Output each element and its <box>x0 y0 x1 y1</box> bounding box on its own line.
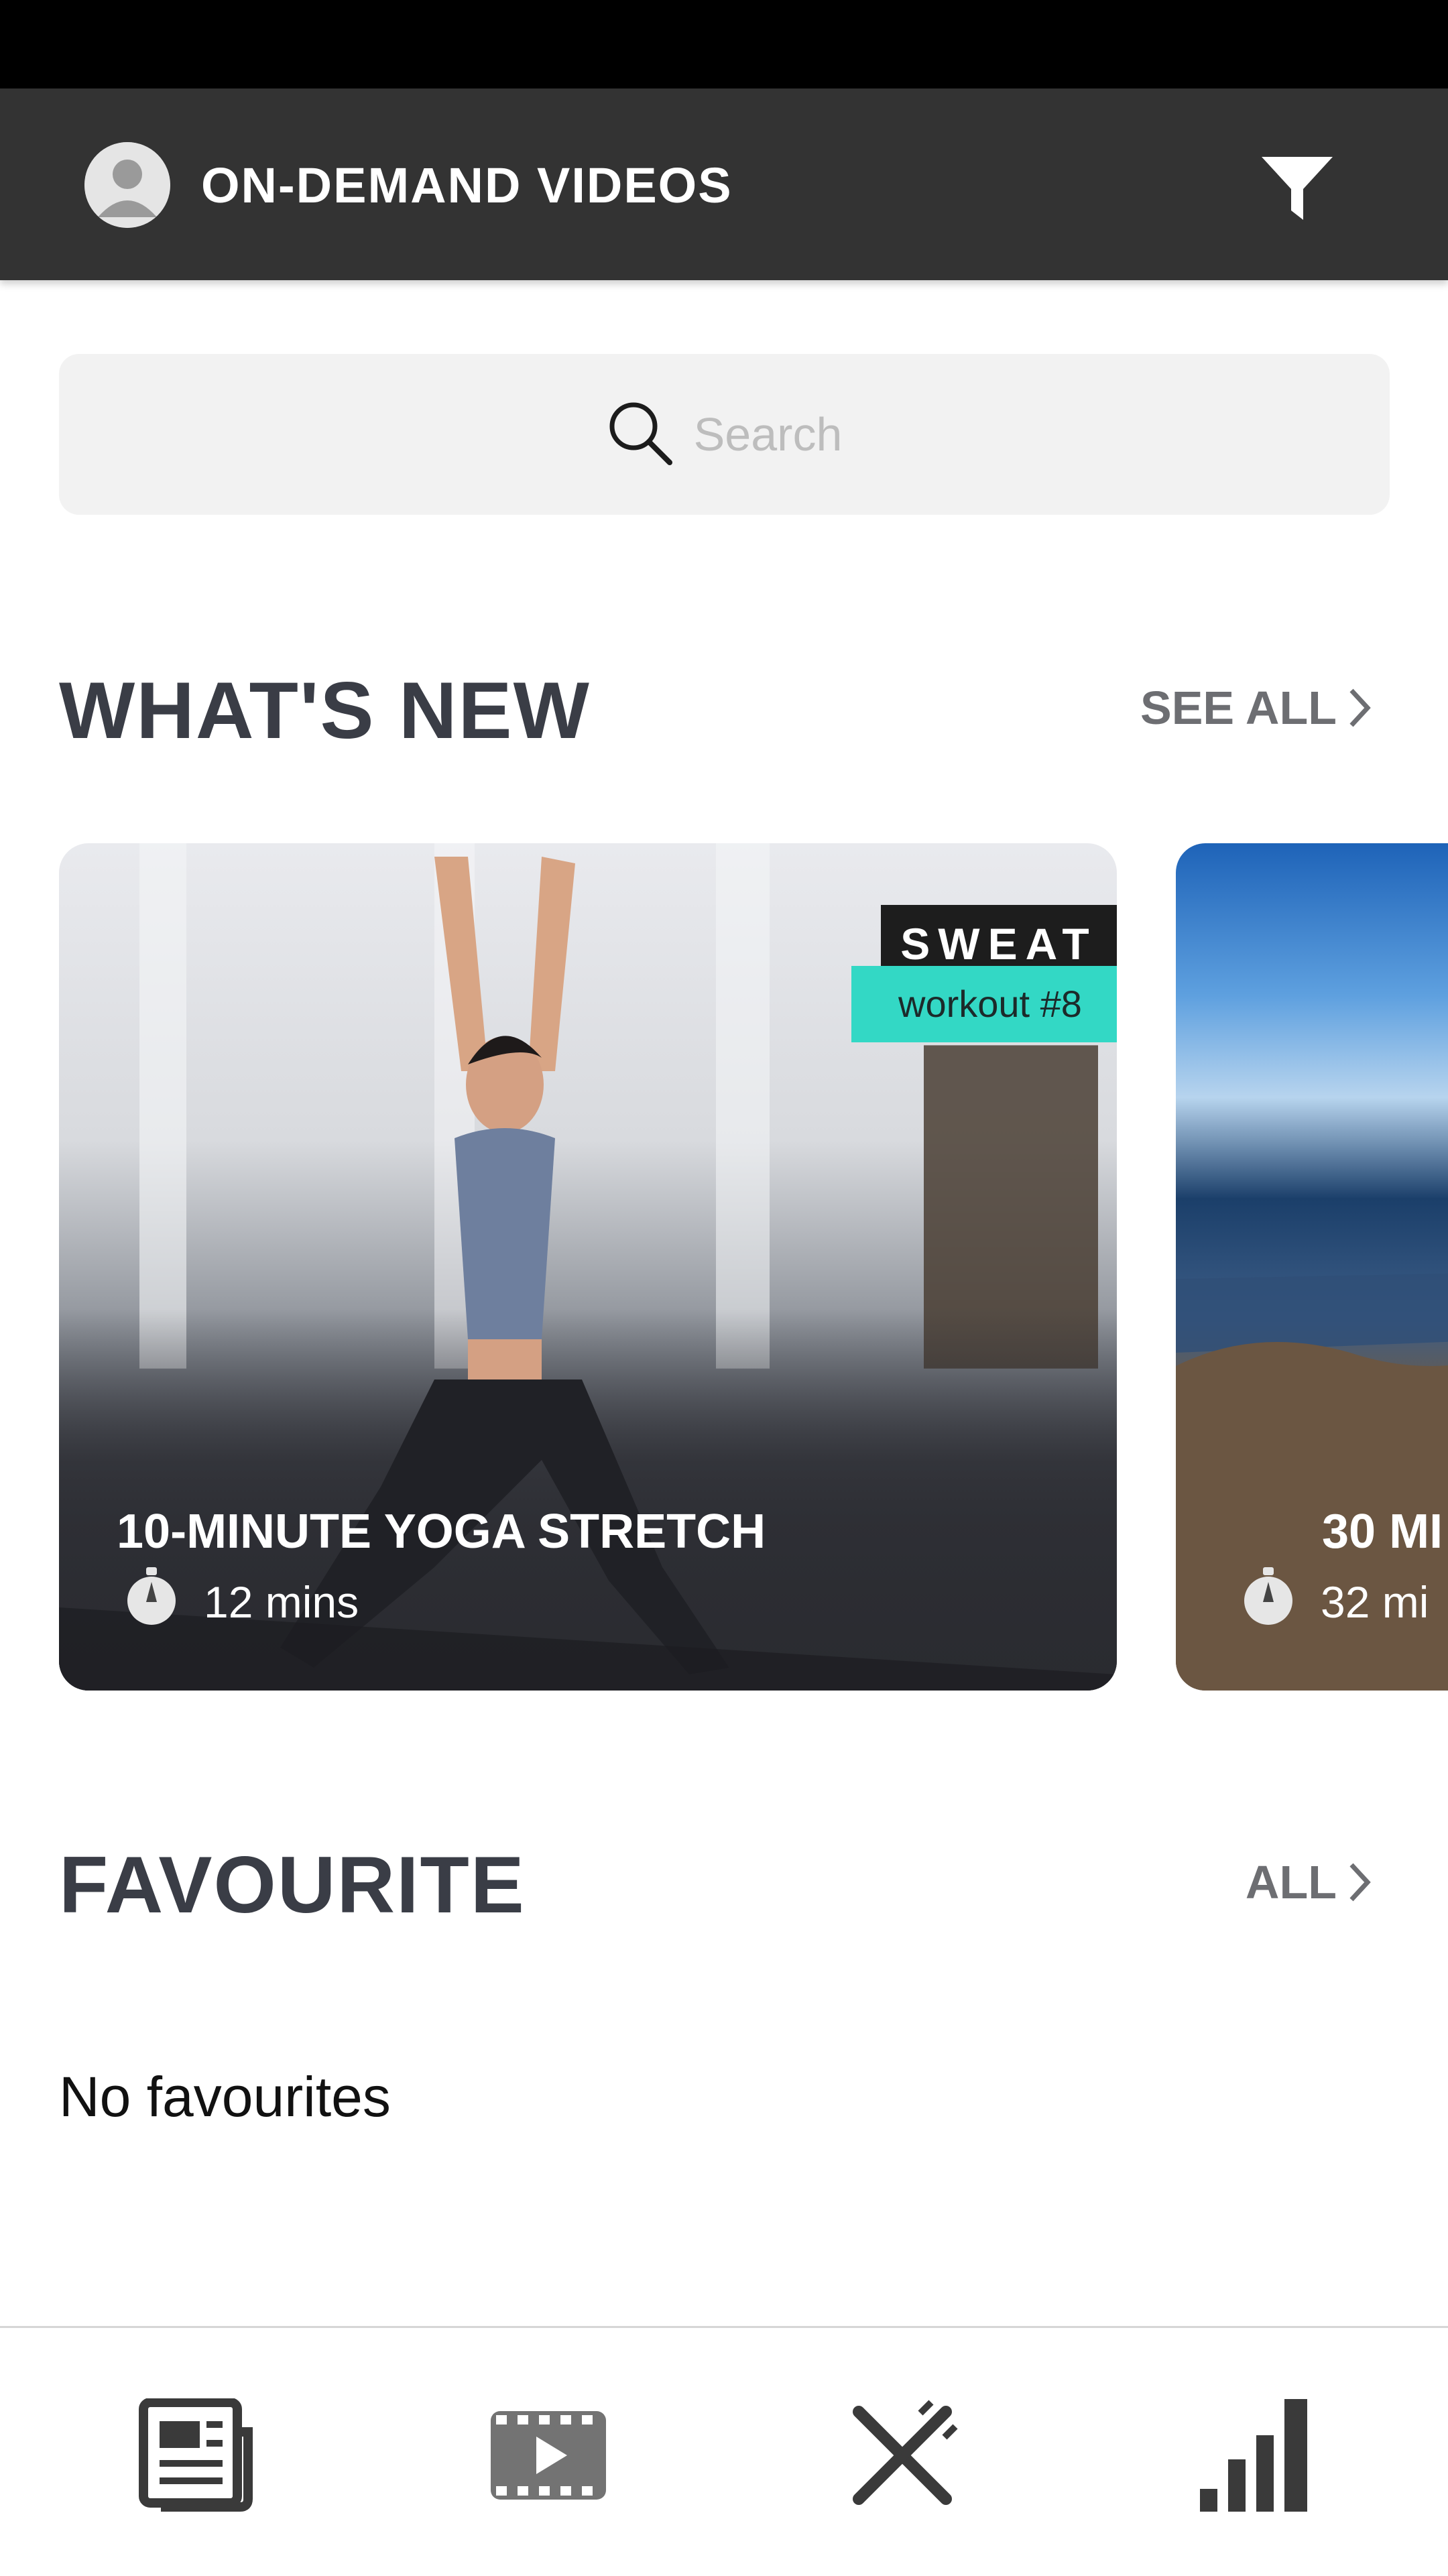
search-placeholder: Search <box>693 408 843 461</box>
stopwatch-icon <box>1240 1567 1296 1636</box>
card-thumbnail <box>1176 1273 1448 1691</box>
empty-favourites-text: No favourites <box>59 2065 391 2128</box>
video-card[interactable]: SWEAT workout #8 10-MINUTE YOGA STRETCH … <box>59 843 1117 1691</box>
video-card-title: 10-MINUTE YOGA STRETCH <box>117 1505 766 1558</box>
duration-label: 32 mi <box>1321 1577 1429 1627</box>
fork-knife-icon <box>853 2400 958 2505</box>
user-avatar-icon[interactable] <box>84 142 170 228</box>
filter-funnel-icon[interactable] <box>1254 149 1341 229</box>
video-icon <box>491 2411 606 2500</box>
search-icon <box>607 400 674 470</box>
whats-new-title: WHAT'S NEW <box>59 666 591 755</box>
chevron-right-icon <box>1349 1863 1371 1902</box>
workout-badge: workout #8 <box>851 966 1117 1042</box>
nav-news-tab[interactable] <box>127 2395 261 2516</box>
search-input[interactable]: Search <box>59 354 1390 515</box>
all-label: ALL <box>1245 1856 1337 1908</box>
nav-nutrition-tab[interactable] <box>835 2395 969 2516</box>
nav-progress-tab[interactable] <box>1189 2395 1323 2516</box>
video-card-duration: 12 mins <box>123 1567 359 1636</box>
favourite-title: FAVOURITE <box>59 1840 526 1930</box>
status-bar <box>0 0 1448 88</box>
app-bar: ON-DEMAND VIDEOS <box>0 88 1448 280</box>
news-icon <box>139 2398 253 2512</box>
video-card-duration: 32 mi <box>1240 1567 1429 1636</box>
video-card[interactable]: 30 MI 32 mi <box>1176 843 1448 1691</box>
stopwatch-icon <box>123 1567 180 1636</box>
duration-label: 12 mins <box>204 1577 359 1627</box>
bottom-navigation <box>0 2326 1448 2576</box>
bar-chart-icon <box>1200 2399 1307 2512</box>
see-all-button[interactable]: SEE ALL <box>1140 681 1373 735</box>
favourite-all-button[interactable]: ALL <box>1246 1855 1373 1909</box>
chevron-right-icon <box>1349 688 1371 727</box>
video-card-title: 30 MI <box>1322 1505 1443 1558</box>
page-title: ON-DEMAND VIDEOS <box>201 158 733 213</box>
see-all-label: SEE ALL <box>1140 682 1337 734</box>
nav-videos-tab[interactable] <box>481 2395 615 2516</box>
